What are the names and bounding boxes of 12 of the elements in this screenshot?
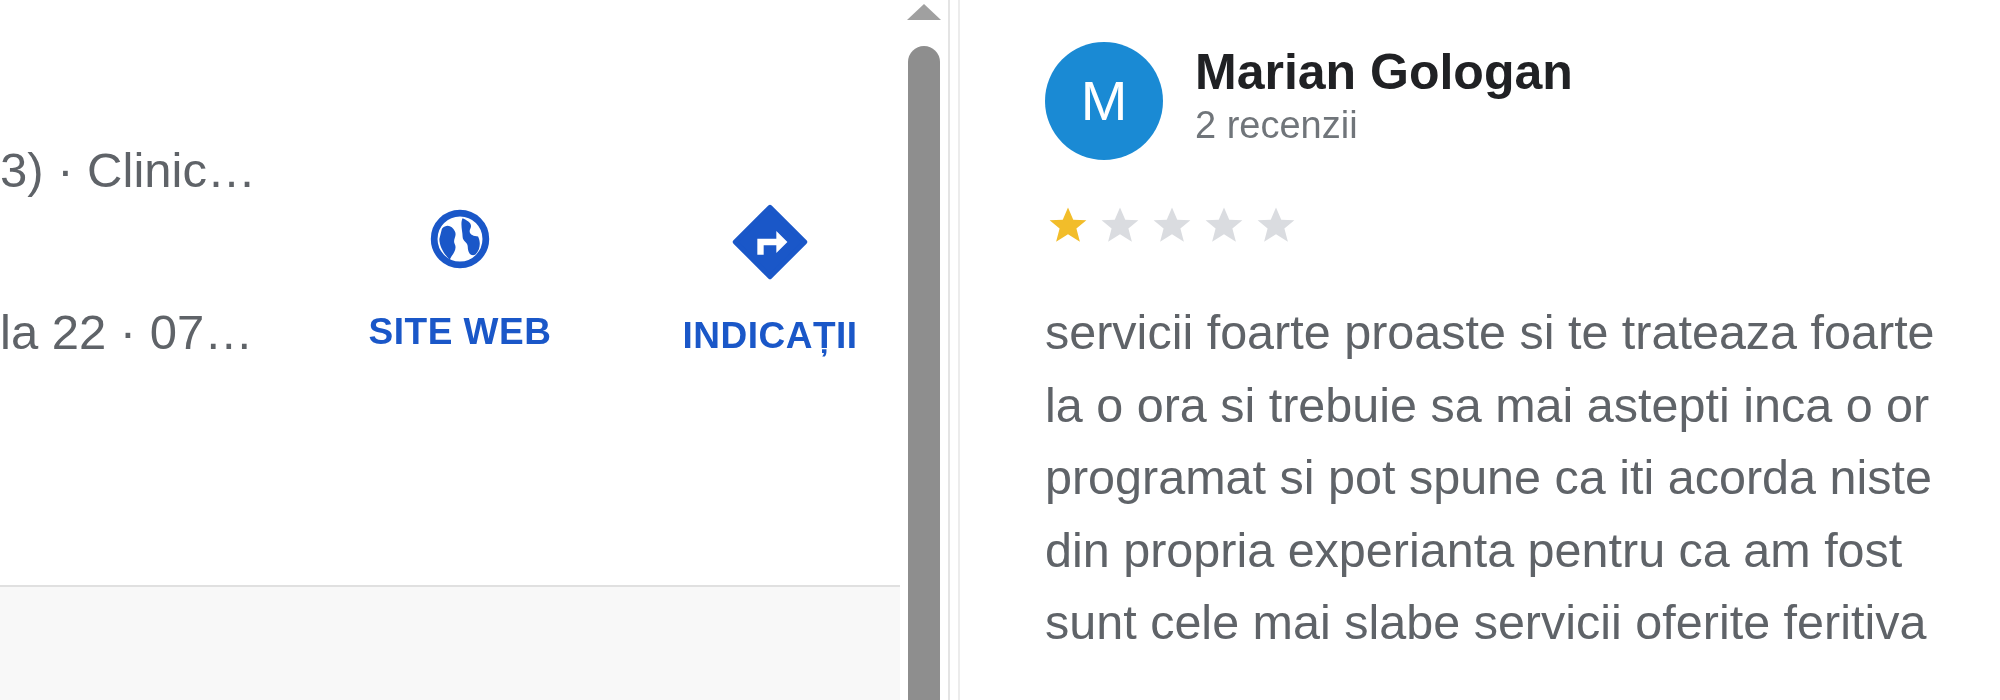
globe-icon [429, 208, 491, 270]
place-info-text: 3) · Clinic… [0, 142, 256, 198]
author-name[interactable]: Marian Gologan [1195, 44, 1573, 100]
place-info-text: la 22 · 07… [0, 304, 254, 360]
review-text: servicii foarte proaste si te trateaza foarte la o ora si trebuie sa mai astepti inca o or programat si pot spune ca iti acorda niste din propria experianta pentru ca am fost sunt cele mai slabe servicii oferite feritiva [1045, 304, 1935, 651]
website-button[interactable]: SITE WEB [330, 204, 590, 364]
scroll-up-icon[interactable] [907, 4, 941, 20]
review-count: 2 recenzii [1195, 103, 1358, 148]
scrollbar-thumb[interactable] [908, 46, 940, 700]
directions-icon [732, 204, 808, 280]
avatar[interactable]: M [1045, 42, 1163, 160]
directions-button[interactable]: INDICAȚII [640, 204, 900, 364]
